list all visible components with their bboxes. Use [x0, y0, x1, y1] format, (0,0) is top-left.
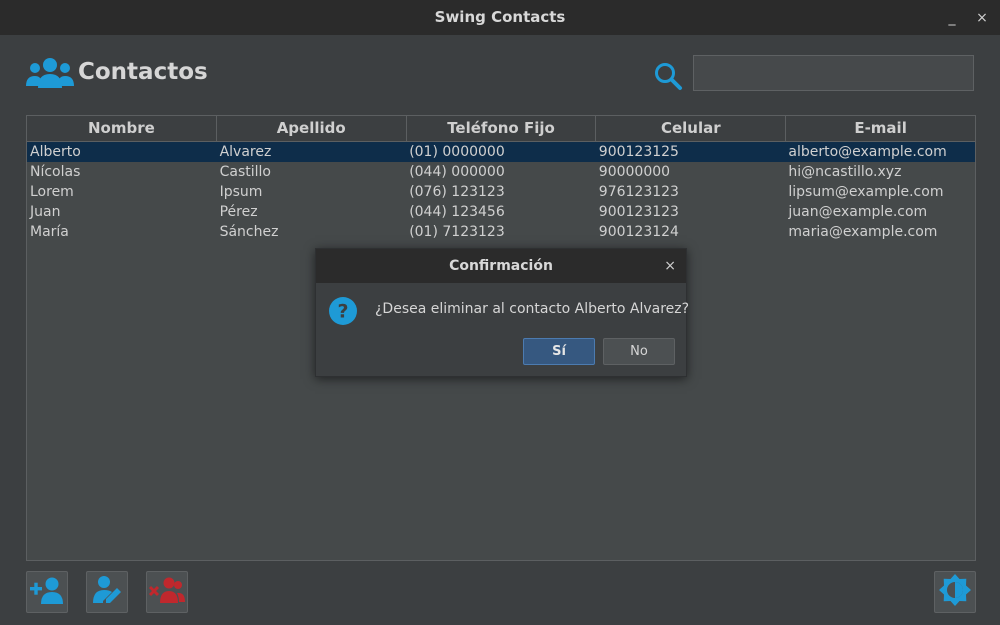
cell-celular: 900123125: [598, 144, 679, 160]
table-row[interactable]: Alberto Alvarez (01) 0000000 900123125 a…: [27, 142, 975, 162]
cell-email: lipsum@example.com: [788, 184, 944, 200]
column-header-email[interactable]: E-mail: [786, 116, 975, 141]
table-row[interactable]: Nícolas Castillo (044) 000000 90000000 h…: [27, 162, 975, 182]
dialog-close-button[interactable]: ×: [664, 249, 676, 283]
svg-text:?: ?: [337, 301, 348, 323]
cell-celular: 976123123: [598, 184, 679, 200]
cell-telefono-fijo: (01) 0000000: [409, 144, 505, 160]
minimize-button[interactable]: _: [942, 8, 962, 28]
page-title: Contactos: [78, 59, 208, 85]
cell-telefono-fijo: (01) 7123123: [409, 224, 505, 240]
question-icon: ?: [328, 296, 358, 330]
title-bar: Swing Contacts _ ×: [0, 0, 1000, 35]
cell-nombre: Juan: [30, 204, 61, 220]
dialog-title: Confirmación: [449, 258, 553, 274]
search-icon: [652, 60, 684, 96]
table-header: Nombre Apellido Teléfono Fijo Celular E-…: [27, 116, 975, 142]
theme-toggle-icon: [938, 573, 972, 611]
delete-contact-button[interactable]: [146, 571, 188, 613]
cell-email: hi@ncastillo.xyz: [788, 164, 902, 180]
column-header-apellido[interactable]: Apellido: [217, 116, 407, 141]
table-row[interactable]: Juan Pérez (044) 123456 900123123 juan@e…: [27, 202, 975, 222]
cell-telefono-fijo: (044) 123456: [409, 204, 505, 220]
contacts-group-icon: [26, 56, 74, 92]
cell-celular: 90000000: [598, 164, 671, 180]
no-button[interactable]: No: [603, 338, 675, 365]
cell-apellido: Alvarez: [219, 144, 272, 160]
cell-email: juan@example.com: [788, 204, 928, 220]
cell-email: maria@example.com: [788, 224, 938, 240]
add-contact-button[interactable]: [26, 571, 68, 613]
column-header-celular[interactable]: Celular: [596, 116, 787, 141]
cell-apellido: Pérez: [219, 204, 258, 220]
table-row[interactable]: María Sánchez (01) 7123123 900123124 mar…: [27, 222, 975, 242]
dialog-title-bar: Confirmación ×: [316, 249, 686, 283]
table-row[interactable]: Lorem Ipsum (076) 123123 976123123 lipsu…: [27, 182, 975, 202]
add-user-icon: [29, 576, 65, 608]
cell-apellido: Castillo: [219, 164, 271, 180]
cell-apellido: Sánchez: [219, 224, 279, 240]
window-title: Swing Contacts: [434, 8, 566, 26]
cell-celular: 900123124: [598, 224, 679, 240]
close-button[interactable]: ×: [972, 8, 992, 28]
yes-button[interactable]: Sí: [523, 338, 595, 365]
column-header-telefono-fijo[interactable]: Teléfono Fijo: [407, 116, 597, 141]
cell-nombre: Nícolas: [30, 164, 81, 180]
edit-user-icon: [91, 575, 123, 609]
edit-contact-button[interactable]: [86, 571, 128, 613]
cell-telefono-fijo: (076) 123123: [409, 184, 505, 200]
search-input[interactable]: [693, 55, 974, 91]
cell-email: alberto@example.com: [788, 144, 947, 160]
cell-nombre: María: [30, 224, 69, 240]
confirmation-dialog: Confirmación × ? ¿Desea eliminar al cont…: [315, 248, 690, 377]
dialog-message: ¿Desea eliminar al contacto Alberto Alva…: [375, 301, 690, 317]
cell-celular: 900123123: [598, 204, 679, 220]
cell-telefono-fijo: (044) 000000: [409, 164, 505, 180]
cell-nombre: Alberto: [30, 144, 81, 160]
theme-toggle-button[interactable]: [934, 571, 976, 613]
cell-nombre: Lorem: [30, 184, 74, 200]
column-header-nombre[interactable]: Nombre: [27, 116, 217, 141]
cell-apellido: Ipsum: [219, 184, 263, 200]
delete-users-icon: [148, 576, 186, 608]
